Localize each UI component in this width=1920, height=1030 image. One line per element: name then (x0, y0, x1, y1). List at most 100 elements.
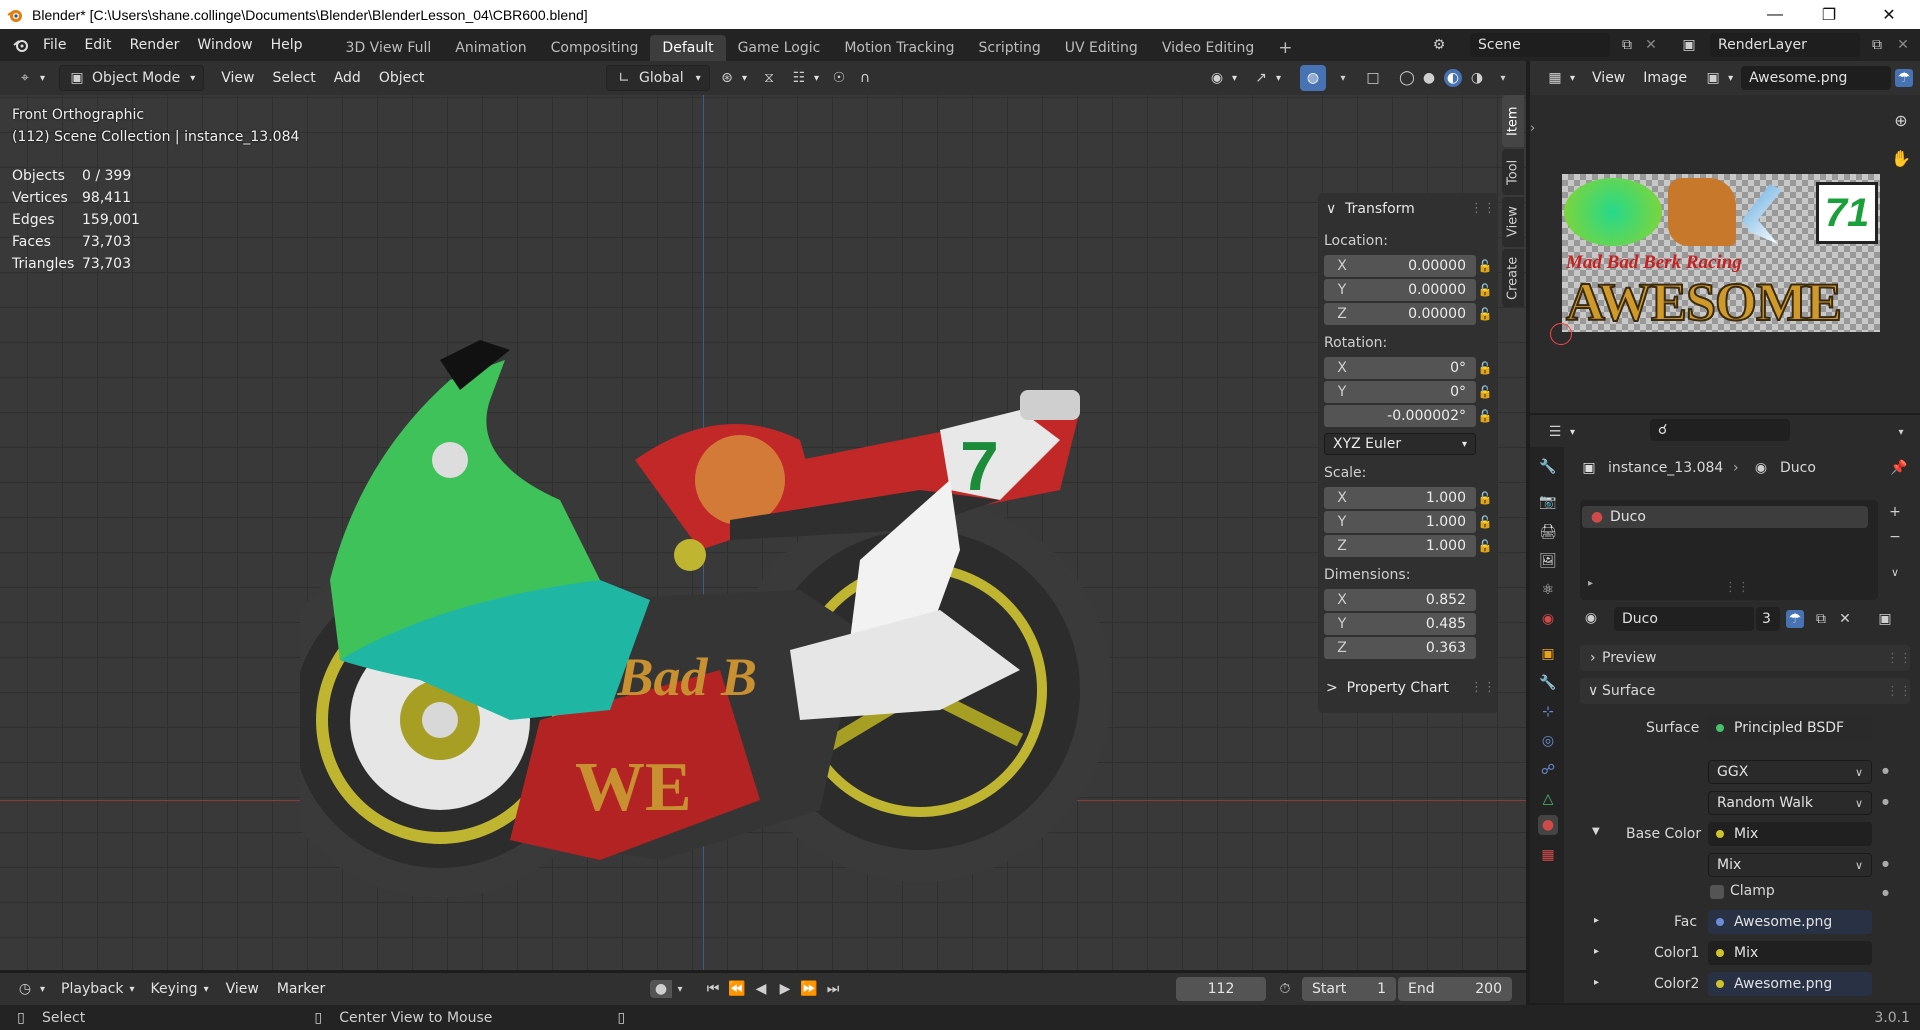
play-icon[interactable]: ▶ (776, 980, 794, 998)
menu-file[interactable]: File (34, 29, 75, 61)
color1-field[interactable]: Mix (1708, 941, 1872, 965)
tab-tool[interactable]: Tool (1502, 149, 1524, 195)
drag-handle-icon[interactable]: ⋮⋮ (1886, 684, 1912, 699)
timeline-menu-marker[interactable]: Marker (268, 973, 334, 1005)
resize-handle-icon[interactable]: ⋮⋮ (1724, 580, 1750, 595)
tab-default[interactable]: Default (650, 35, 726, 61)
blender-menu-icon[interactable] (12, 36, 30, 54)
location-x-field[interactable]: X 0.00000 (1324, 255, 1476, 277)
viewport-menu-select[interactable]: Select (264, 62, 325, 94)
blend-mode-dropdown[interactable]: Mix ∨ (1708, 853, 1872, 877)
start-frame-field[interactable]: Start 1 (1302, 977, 1396, 1001)
playback-menu[interactable]: Playback ▾ (53, 976, 143, 1002)
material-shading-icon[interactable]: ◐ (1444, 69, 1462, 87)
new-scene-icon[interactable]: ⧉ (1618, 36, 1636, 54)
drag-handle-icon[interactable]: ⋮⋮ (1470, 201, 1496, 216)
end-frame-field[interactable]: End 200 (1398, 977, 1512, 1001)
lock-icon[interactable]: 🔓 (1476, 513, 1494, 531)
base-color-field[interactable]: Mix (1708, 822, 1872, 846)
add-slot-icon[interactable]: + (1886, 503, 1904, 521)
rotation-mode-dropdown[interactable]: XYZ Euler ▾ (1324, 433, 1476, 455)
menu-help[interactable]: Help (262, 29, 312, 61)
keying-menu[interactable]: Keying ▾ (143, 976, 217, 1002)
lock-icon[interactable]: 🔓 (1476, 407, 1494, 425)
lock-icon[interactable]: 🔓 (1476, 281, 1494, 299)
new-render-layer-icon[interactable]: ⧉ (1868, 36, 1886, 54)
3d-viewport[interactable]: + Front Orthographic (112) Scene Collect… (0, 95, 1526, 970)
overlays-toggle[interactable]: ◍ (1300, 65, 1326, 91)
duplicate-material-icon[interactable]: ⧉ (1812, 610, 1830, 628)
pan-hand-icon[interactable]: ✋ (1891, 149, 1911, 168)
unlink-material-icon[interactable]: ✕ (1836, 610, 1854, 628)
add-workspace-button[interactable]: + (1266, 35, 1304, 61)
color1-expand-icon[interactable]: ▸ (1594, 946, 1599, 957)
tab-3d-view-full[interactable]: 3D View Full (334, 35, 444, 61)
falloff-icon[interactable]: ∩ (856, 69, 874, 87)
timeline-editor-type-button[interactable]: ◷ ▾ (8, 976, 53, 1002)
user-count[interactable]: 3 (1756, 607, 1780, 631)
keyframe-dot-icon[interactable]: ● (1882, 888, 1889, 897)
transform-header[interactable]: ∨ Transform (1326, 201, 1415, 217)
render-layer-selector[interactable]: RenderLayer (1710, 33, 1860, 57)
remove-scene-icon[interactable]: ✕ (1642, 36, 1660, 54)
wireframe-shading-icon[interactable]: ◯ (1398, 69, 1416, 87)
viewport-menu-view[interactable]: View (212, 62, 263, 94)
location-y-field[interactable]: Y 0.00000 (1324, 279, 1476, 301)
pivot-point-button[interactable]: ⊛ ▾ (710, 65, 755, 91)
view-layer-tab-icon[interactable]: 🖼 (1538, 551, 1558, 571)
tab-create[interactable]: Create (1502, 249, 1524, 307)
minimize-icon[interactable]: — (1746, 0, 1804, 29)
properties-editor-type-button[interactable]: ☰ ▾ (1538, 419, 1583, 445)
rendered-shading-icon[interactable]: ◑ (1468, 69, 1486, 87)
restore-icon[interactable]: ❐ (1800, 0, 1858, 29)
image-name-field[interactable]: Awesome.png (1741, 66, 1892, 90)
lock-icon[interactable]: 🔓 (1476, 305, 1494, 323)
timeline-menu-view[interactable]: View (217, 973, 268, 1005)
scale-y-field[interactable]: Y 1.000 (1324, 511, 1476, 533)
render-layer-icon[interactable]: ▣ (1680, 36, 1698, 54)
keyframe-dot-icon[interactable]: ● (1882, 766, 1889, 775)
image-editor-type-button[interactable]: ▦ ▾ (1538, 65, 1583, 91)
physics-tab-icon[interactable]: ◎ (1538, 731, 1558, 751)
fac-field[interactable]: Awesome.png (1708, 910, 1872, 934)
dimensions-y-field[interactable]: Y 0.485 (1324, 613, 1476, 635)
tab-animation[interactable]: Animation (443, 35, 538, 61)
image-menu-image[interactable]: Image (1634, 62, 1696, 94)
dimensions-x-field[interactable]: X 0.852 (1324, 589, 1476, 611)
rotation-x-field[interactable]: X 0° (1324, 357, 1476, 379)
record-options-icon[interactable]: ▾ (672, 980, 688, 998)
base-color-expand-icon[interactable]: ▼ (1592, 826, 1600, 837)
viewport-menu-object[interactable]: Object (370, 62, 434, 94)
close-icon[interactable]: ✕ (1860, 0, 1918, 29)
particles-tab-icon[interactable]: ⊹ (1538, 702, 1558, 722)
texture-tab-icon[interactable]: ▦ (1538, 845, 1558, 865)
rotation-z-field[interactable]: -0.000002° (1324, 405, 1476, 427)
color2-expand-icon[interactable]: ▸ (1594, 977, 1599, 988)
transform-orientation-dropdown[interactable]: ∟ Global ▾ (606, 65, 710, 91)
pin-icon[interactable]: 📌 (1890, 459, 1908, 477)
tab-item[interactable]: Item (1502, 95, 1524, 147)
tab-view[interactable]: View (1502, 197, 1524, 247)
tab-uv-editing[interactable]: UV Editing (1053, 35, 1150, 61)
lock-icon[interactable]: 🔓 (1476, 489, 1494, 507)
shading-dropdown-icon[interactable]: ▾ (1494, 69, 1512, 87)
2d-cursor-icon[interactable] (1550, 323, 1572, 345)
visibility-button[interactable]: ◉ ▾ (1200, 65, 1245, 91)
xray-icon[interactable]: □ (1364, 69, 1382, 87)
properties-search-input[interactable]: ☌ (1650, 419, 1790, 441)
drag-handle-icon[interactable]: ⋮⋮ (1470, 680, 1496, 695)
lock-icon[interactable]: 🔓 (1476, 537, 1494, 555)
drag-handle-icon[interactable]: ⋮⋮ (1886, 651, 1912, 666)
viewport-menu-add[interactable]: Add (325, 62, 370, 94)
scale-x-field[interactable]: X 1.000 (1324, 487, 1476, 509)
lock-icon[interactable]: 🔓 (1476, 383, 1494, 401)
tab-compositing[interactable]: Compositing (539, 35, 651, 61)
stopwatch-icon[interactable]: ⏱ (1276, 980, 1294, 998)
lock-icon[interactable]: 🔓 (1476, 359, 1494, 377)
scale-z-field[interactable]: Z 1.000 (1324, 535, 1476, 557)
render-tab-icon[interactable]: 📷 (1538, 492, 1558, 512)
rotation-y-field[interactable]: Y 0° (1324, 381, 1476, 403)
editor-type-button[interactable]: ⌖ ▾ (8, 65, 53, 91)
object-tab-icon[interactable]: ▣ (1538, 644, 1558, 664)
remove-render-layer-icon[interactable]: ✕ (1894, 36, 1912, 54)
